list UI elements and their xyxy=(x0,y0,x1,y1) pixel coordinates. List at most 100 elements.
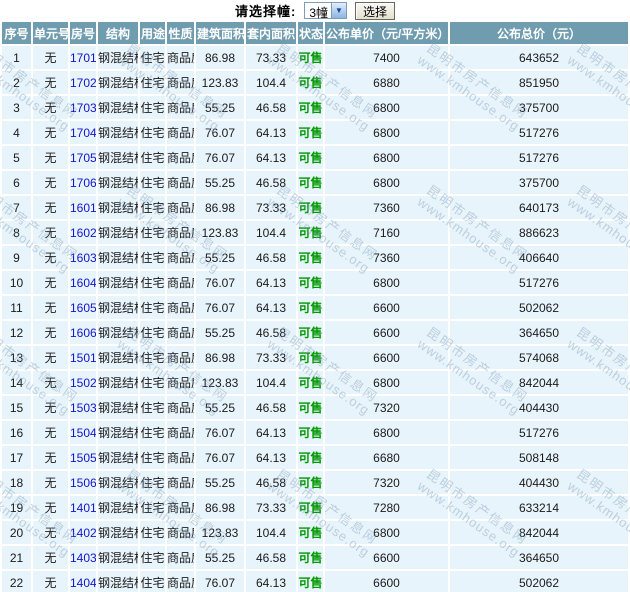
cell-col-7: 64.13 xyxy=(246,296,296,319)
cell-col-3: 钢混结构 xyxy=(98,146,138,169)
room-number-link[interactable]: 1601 xyxy=(70,201,96,215)
room-number-link[interactable]: 1501 xyxy=(70,351,96,365)
room-number-link[interactable]: 1404 xyxy=(70,576,96,590)
cell-col-1: 无 xyxy=(33,521,68,544)
cell-col-10: 886623 xyxy=(450,221,628,244)
column-header-6: 建筑面积 xyxy=(196,22,244,44)
cell-col-4: 住宅 xyxy=(140,396,165,419)
room-number-link[interactable]: 1703 xyxy=(70,101,96,115)
cell-col-9: 6600 xyxy=(325,346,448,369)
cell-col-1: 无 xyxy=(33,571,68,592)
cell-col-1: 无 xyxy=(33,271,68,294)
cell-col-5: 商品房 xyxy=(167,221,194,244)
status-cell: 可售 xyxy=(298,271,323,294)
table-row: 4无1704钢混结构住宅商品房76.0764.13可售6800517276 xyxy=(2,121,628,144)
cell-col-6: 123.83 xyxy=(196,521,244,544)
room-number-cell: 1606 xyxy=(70,321,96,344)
room-number-link[interactable]: 1702 xyxy=(70,76,96,90)
cell-col-5: 商品房 xyxy=(167,96,194,119)
cell-col-6: 76.07 xyxy=(196,421,244,444)
column-header-0: 序号 xyxy=(2,22,31,44)
room-number-link[interactable]: 1606 xyxy=(70,326,96,340)
cell-col-3: 钢混结构 xyxy=(98,446,138,469)
cell-col-4: 住宅 xyxy=(140,546,165,569)
cell-col-5: 商品房 xyxy=(167,46,194,69)
cell-col-10: 375700 xyxy=(450,96,628,119)
room-number-cell: 1501 xyxy=(70,346,96,369)
cell-col-4: 住宅 xyxy=(140,71,165,94)
room-number-link[interactable]: 1505 xyxy=(70,451,96,465)
cell-col-4: 住宅 xyxy=(140,346,165,369)
cell-col-6: 76.07 xyxy=(196,446,244,469)
table-row: 6无1706钢混结构住宅商品房55.2546.58可售6800375700 xyxy=(2,171,628,194)
select-button[interactable]: 选择 xyxy=(355,1,396,20)
cell-col-4: 住宅 xyxy=(140,521,165,544)
room-number-link[interactable]: 1704 xyxy=(70,126,96,140)
cell-col-5: 商品房 xyxy=(167,171,194,194)
cell-col-0: 4 xyxy=(2,121,31,144)
status-badge: 可售 xyxy=(298,326,323,340)
cell-col-1: 无 xyxy=(33,396,68,419)
cell-col-10: 842044 xyxy=(450,371,628,394)
room-number-cell: 1704 xyxy=(70,121,96,144)
table-row: 22无1404钢混结构住宅商品房76.0764.13可售6600502062 xyxy=(2,571,628,592)
status-cell: 可售 xyxy=(298,46,323,69)
cell-col-9: 6600 xyxy=(325,321,448,344)
room-number-link[interactable]: 1402 xyxy=(70,526,96,540)
room-number-link[interactable]: 1502 xyxy=(70,376,96,390)
cell-col-4: 住宅 xyxy=(140,296,165,319)
cell-col-6: 55.25 xyxy=(196,471,244,494)
cell-col-1: 无 xyxy=(33,546,68,569)
cell-col-1: 无 xyxy=(33,496,68,519)
room-number-link[interactable]: 1504 xyxy=(70,426,96,440)
table-row: 13无1501钢混结构住宅商品房86.9873.33可售6600574068 xyxy=(2,346,628,369)
table-body: 1无1701钢混结构住宅商品房86.9873.33可售74006436522无1… xyxy=(2,46,628,592)
cell-col-4: 住宅 xyxy=(140,46,165,69)
status-cell: 可售 xyxy=(298,446,323,469)
cell-col-4: 住宅 xyxy=(140,471,165,494)
cell-col-5: 商品房 xyxy=(167,296,194,319)
room-number-link[interactable]: 1604 xyxy=(70,276,96,290)
cell-col-7: 104.4 xyxy=(246,221,296,244)
cell-col-3: 钢混结构 xyxy=(98,471,138,494)
cell-col-3: 钢混结构 xyxy=(98,196,138,219)
chevron-down-icon[interactable]: ▼ xyxy=(331,3,346,18)
table-row: 18无1506钢混结构住宅商品房55.2546.58可售7320404430 xyxy=(2,471,628,494)
cell-col-6: 55.25 xyxy=(196,321,244,344)
building-select[interactable]: 3幢 ▼ xyxy=(304,2,347,20)
room-number-link[interactable]: 1401 xyxy=(70,501,96,515)
cell-col-10: 574068 xyxy=(450,346,628,369)
cell-col-6: 55.25 xyxy=(196,546,244,569)
room-number-link[interactable]: 1603 xyxy=(70,251,96,265)
cell-col-10: 842044 xyxy=(450,521,628,544)
room-number-link[interactable]: 1705 xyxy=(70,151,96,165)
room-number-link[interactable]: 1605 xyxy=(70,301,96,315)
room-number-link[interactable]: 1506 xyxy=(70,476,96,490)
room-number-link[interactable]: 1701 xyxy=(70,51,96,65)
room-number-link[interactable]: 1403 xyxy=(70,551,96,565)
cell-col-7: 46.58 xyxy=(246,396,296,419)
cell-col-3: 钢混结构 xyxy=(98,246,138,269)
cell-col-7: 104.4 xyxy=(246,371,296,394)
cell-col-0: 13 xyxy=(2,346,31,369)
status-cell: 可售 xyxy=(298,421,323,444)
cell-col-10: 633214 xyxy=(450,496,628,519)
cell-col-3: 钢混结构 xyxy=(98,171,138,194)
room-number-link[interactable]: 1602 xyxy=(70,226,96,240)
cell-col-1: 无 xyxy=(33,46,68,69)
room-number-cell: 1402 xyxy=(70,521,96,544)
room-number-link[interactable]: 1503 xyxy=(70,401,96,415)
cell-col-7: 46.58 xyxy=(246,96,296,119)
status-badge: 可售 xyxy=(298,451,323,465)
cell-col-10: 404430 xyxy=(450,396,628,419)
status-badge: 可售 xyxy=(298,176,323,190)
cell-col-1: 无 xyxy=(33,121,68,144)
status-badge: 可售 xyxy=(298,301,323,315)
unit-listing-table: 序号 单元号 房号 结构 用途 性质 建筑面积 套内面积 状态 公布单价（元/平方米） 公布总价（元… xyxy=(0,20,630,592)
cell-col-5: 商品房 xyxy=(167,496,194,519)
cell-col-5: 商品房 xyxy=(167,71,194,94)
cell-col-0: 15 xyxy=(2,396,31,419)
cell-col-9: 7400 xyxy=(325,46,448,69)
room-number-link[interactable]: 1706 xyxy=(70,176,96,190)
cell-col-5: 商品房 xyxy=(167,371,194,394)
